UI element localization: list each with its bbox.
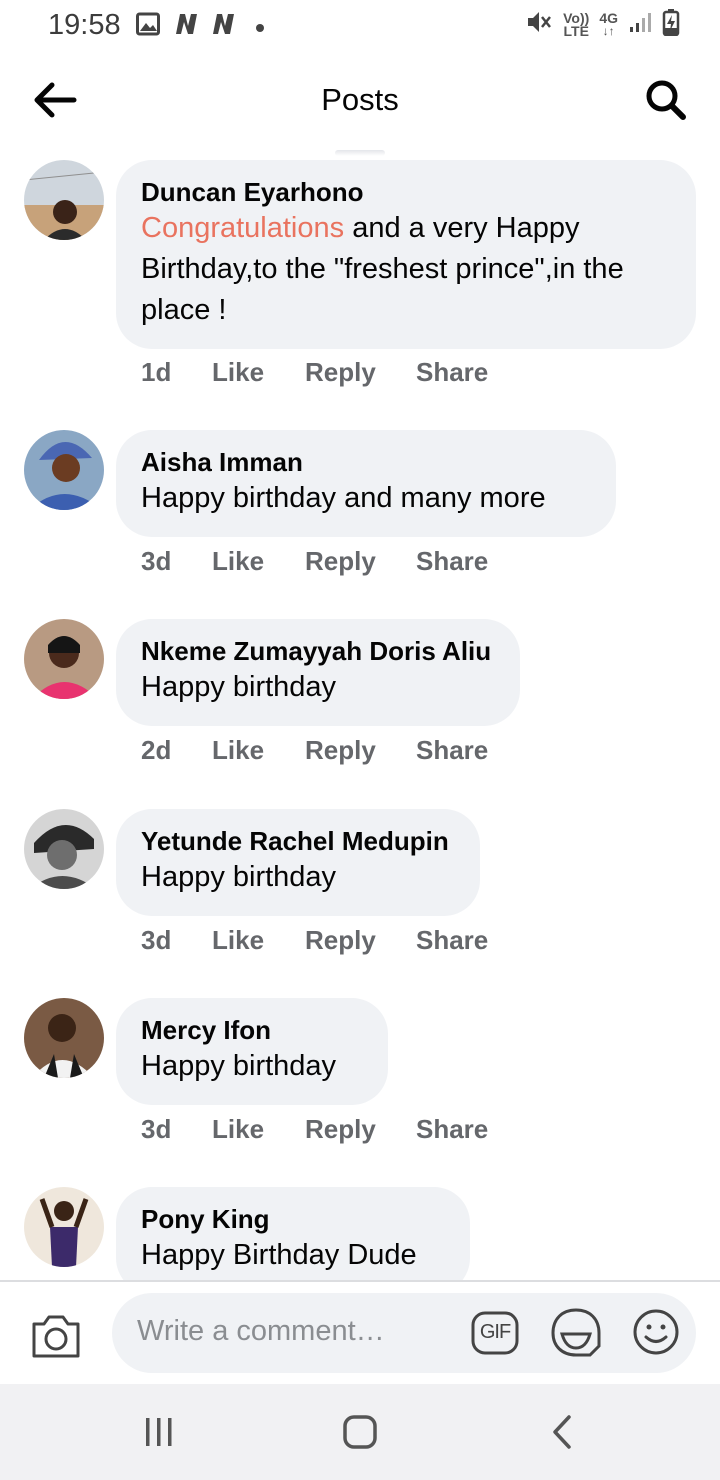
comment-text: Congratulations and a very Happy Birthda…: [141, 208, 670, 331]
share-button[interactable]: Share: [416, 925, 488, 956]
like-button[interactable]: Like: [212, 735, 305, 766]
comment-time: 2d: [141, 735, 172, 765]
search-icon: [646, 80, 686, 120]
gif-button[interactable]: GIF: [470, 1308, 520, 1358]
comment-bubble[interactable]: Yetunde Rachel Medupin Happy birthday: [116, 809, 480, 916]
data-indicator: 4G ↓↑: [599, 9, 618, 38]
mute-icon: [525, 8, 553, 41]
comment-text: Happy birthday: [141, 861, 337, 893]
like-button[interactable]: Like: [212, 925, 305, 956]
reply-button[interactable]: Reply: [305, 357, 416, 388]
network-lte: LTE: [563, 22, 589, 39]
like-button[interactable]: Like: [212, 357, 305, 388]
share-button[interactable]: Share: [416, 357, 488, 388]
comment-actions: 2d Like Reply Share: [141, 735, 488, 766]
comment-text: Happy birthday and many more: [141, 482, 546, 514]
comment-author[interactable]: Pony King: [141, 1203, 444, 1235]
header: Posts: [0, 58, 720, 144]
avatar[interactable]: [24, 160, 104, 240]
status-time: 19:58: [48, 9, 121, 41]
n-app-icon: [172, 13, 200, 40]
comment-time: 3d: [141, 1114, 172, 1144]
comment-bubble[interactable]: Mercy Ifon Happy birthday: [116, 998, 388, 1105]
recent-apps-icon: [146, 1418, 172, 1446]
comment-composer: Write a comment… GIF: [0, 1280, 720, 1384]
reply-button[interactable]: Reply: [305, 925, 416, 956]
recent-apps-button[interactable]: [143, 1416, 175, 1448]
home-icon: [343, 1415, 377, 1449]
sticker-button[interactable]: [550, 1306, 602, 1360]
emoji-button[interactable]: [631, 1307, 681, 1357]
comments-list: Duncan Eyarhono Congratulations and a ve…: [0, 150, 720, 1280]
scroll-edge: [335, 150, 385, 156]
comment-time: 1d: [141, 357, 172, 387]
page-title: Posts: [321, 82, 399, 117]
share-button[interactable]: Share: [416, 735, 488, 766]
search-button[interactable]: [642, 76, 692, 126]
comment-text: Happy Birthday Dude: [141, 1239, 417, 1271]
status-bar: 19:58 Vo)) LTE 4G ↓↑: [0, 0, 720, 50]
comment-placeholder: Write a comment…: [137, 1315, 385, 1347]
reply-button[interactable]: Reply: [305, 735, 416, 766]
system-nav-bar: [0, 1384, 720, 1480]
share-button[interactable]: Share: [416, 546, 488, 577]
network-indicator: Vo)) LTE: [563, 11, 589, 39]
sticker-icon: [551, 1308, 601, 1357]
comment-text: Happy birthday: [141, 1050, 337, 1082]
share-button[interactable]: Share: [416, 1114, 488, 1145]
reply-button[interactable]: Reply: [305, 1114, 416, 1145]
comment-highlight: Congratulations: [141, 212, 345, 244]
avatar[interactable]: [24, 1187, 104, 1267]
reply-button[interactable]: Reply: [305, 546, 416, 577]
back-icon: [553, 1415, 571, 1449]
nav-back-button[interactable]: [550, 1414, 574, 1450]
avatar[interactable]: [24, 619, 104, 699]
comment-author[interactable]: Yetunde Rachel Medupin: [141, 825, 454, 857]
image-icon: [136, 12, 160, 41]
comment-time: 3d: [141, 925, 172, 955]
comment-bubble[interactable]: Nkeme Zumayyah Doris Aliu Happy birthday: [116, 619, 520, 726]
comment-actions: 1d Like Reply Share: [141, 357, 488, 388]
comment-input[interactable]: Write a comment… GIF: [112, 1293, 696, 1373]
comment-time: 3d: [141, 546, 172, 576]
data-type: 4G: [599, 9, 618, 26]
gif-label: GIF: [479, 1321, 511, 1343]
comment-actions: 3d Like Reply Share: [141, 1114, 488, 1145]
comment-bubble[interactable]: Pony King Happy Birthday Dude: [116, 1187, 470, 1280]
data-arrows: ↓↑: [602, 23, 615, 38]
like-button[interactable]: Like: [212, 546, 305, 577]
comment-bubble[interactable]: Aisha Imman Happy birthday and many more: [116, 430, 616, 537]
dot-icon: [255, 20, 265, 38]
camera-icon: [32, 1315, 80, 1358]
comment-actions: 3d Like Reply Share: [141, 546, 488, 577]
comment-author[interactable]: Nkeme Zumayyah Doris Aliu: [141, 635, 494, 667]
signal-icon: [628, 10, 652, 39]
avatar[interactable]: [24, 809, 104, 889]
comment-actions: 3d Like Reply Share: [141, 925, 488, 956]
status-right: Vo)) LTE 4G ↓↑: [525, 8, 680, 41]
avatar[interactable]: [24, 998, 104, 1078]
comment-author[interactable]: Aisha Imman: [141, 446, 590, 478]
home-button[interactable]: [342, 1414, 378, 1450]
n-app-icon: [209, 13, 237, 40]
comment-author[interactable]: Duncan Eyarhono: [141, 176, 670, 208]
emoji-icon: [633, 1309, 679, 1355]
comment-bubble[interactable]: Duncan Eyarhono Congratulations and a ve…: [116, 160, 696, 349]
comment-author[interactable]: Mercy Ifon: [141, 1014, 362, 1046]
battery-charging-icon: [662, 8, 680, 41]
avatar[interactable]: [24, 430, 104, 510]
comment-text: Happy birthday: [141, 671, 337, 703]
camera-button[interactable]: [30, 1312, 82, 1360]
like-button[interactable]: Like: [212, 1114, 305, 1145]
